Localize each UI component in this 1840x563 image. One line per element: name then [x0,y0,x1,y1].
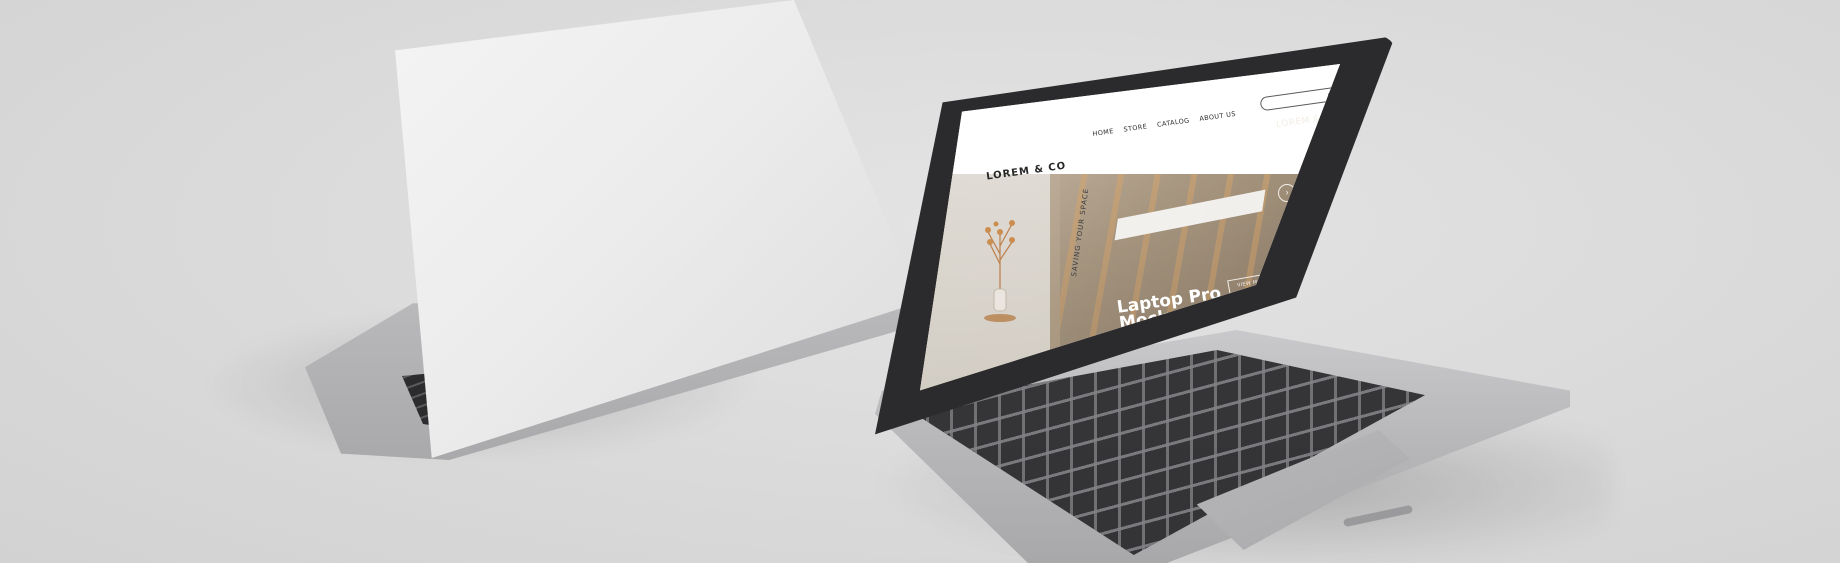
mockup-scene: LOREM & CO HOME STORE CATALOG ABOUT US ⌕… [0,0,1840,563]
dried-flowers-vase-icon [984,220,1016,322]
chevron-right-icon: › [1285,187,1289,197]
